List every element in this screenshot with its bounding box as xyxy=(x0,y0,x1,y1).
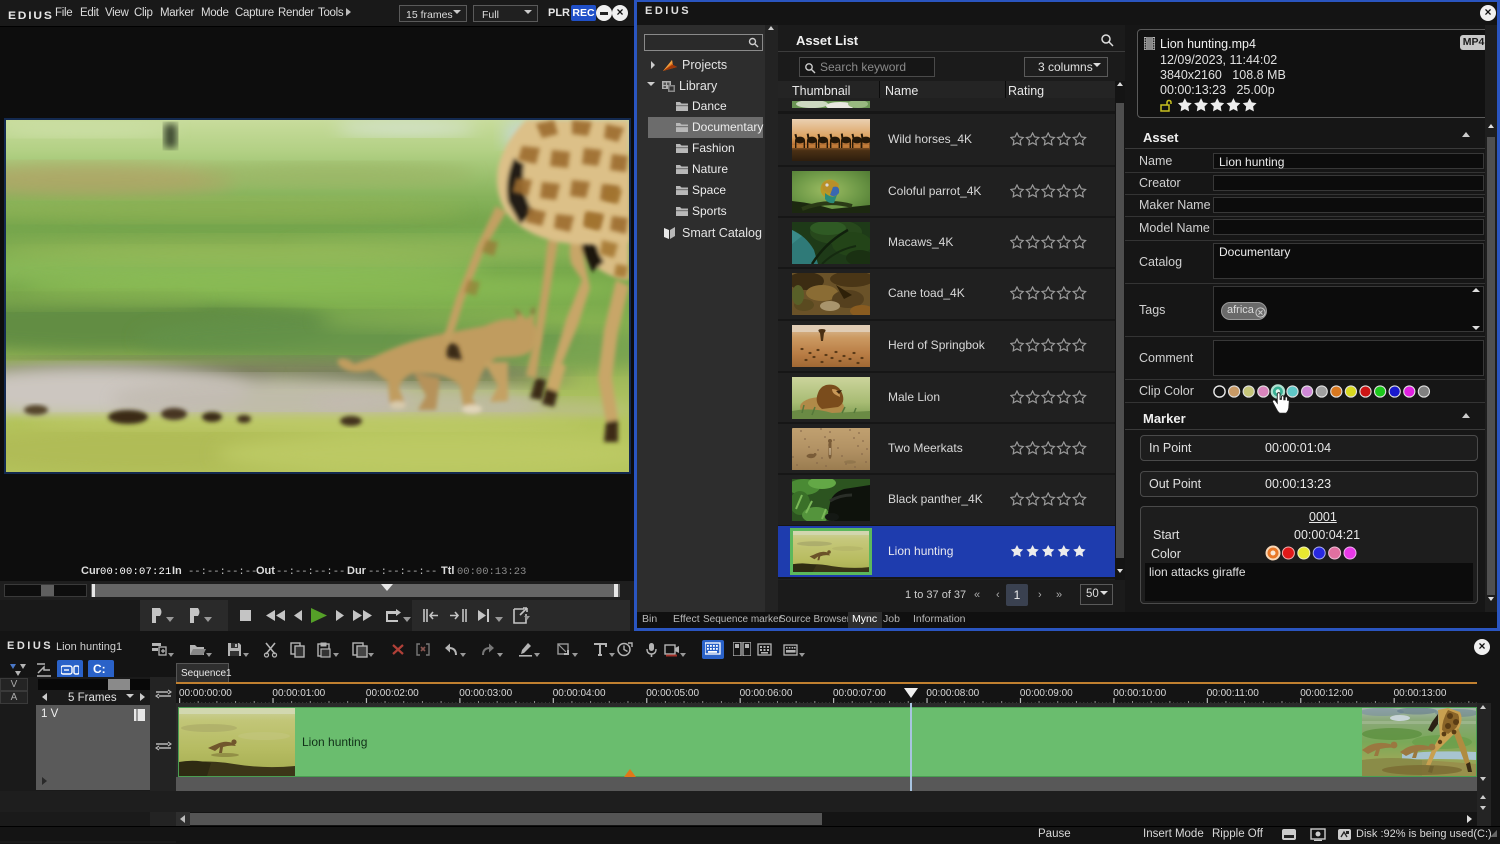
svg-text:00:00:03:00: 00:00:03:00 xyxy=(459,688,512,699)
svg-text:00:00:13:00: 00:00:13:00 xyxy=(1394,688,1447,699)
svg-text:00:00:10:00: 00:00:10:00 xyxy=(1113,688,1166,699)
svg-text:00:00:04:00: 00:00:04:00 xyxy=(553,688,606,699)
svg-text:00:00:12:00: 00:00:12:00 xyxy=(1300,688,1353,699)
svg-text:00:00:09:00: 00:00:09:00 xyxy=(1020,688,1073,699)
svg-text:00:00:11:00: 00:00:11:00 xyxy=(1207,688,1260,699)
svg-text:00:00:07:00: 00:00:07:00 xyxy=(833,688,886,699)
svg-text:00:00:08:00: 00:00:08:00 xyxy=(926,688,979,699)
svg-text:00:00:06:00: 00:00:06:00 xyxy=(740,688,793,699)
svg-text:00:00:02:00: 00:00:02:00 xyxy=(366,688,419,699)
svg-text:00:00:01:00: 00:00:01:00 xyxy=(272,688,325,699)
svg-text:00:00:00:00: 00:00:00:00 xyxy=(179,688,232,699)
svg-text:00:00:05:00: 00:00:05:00 xyxy=(646,688,699,699)
